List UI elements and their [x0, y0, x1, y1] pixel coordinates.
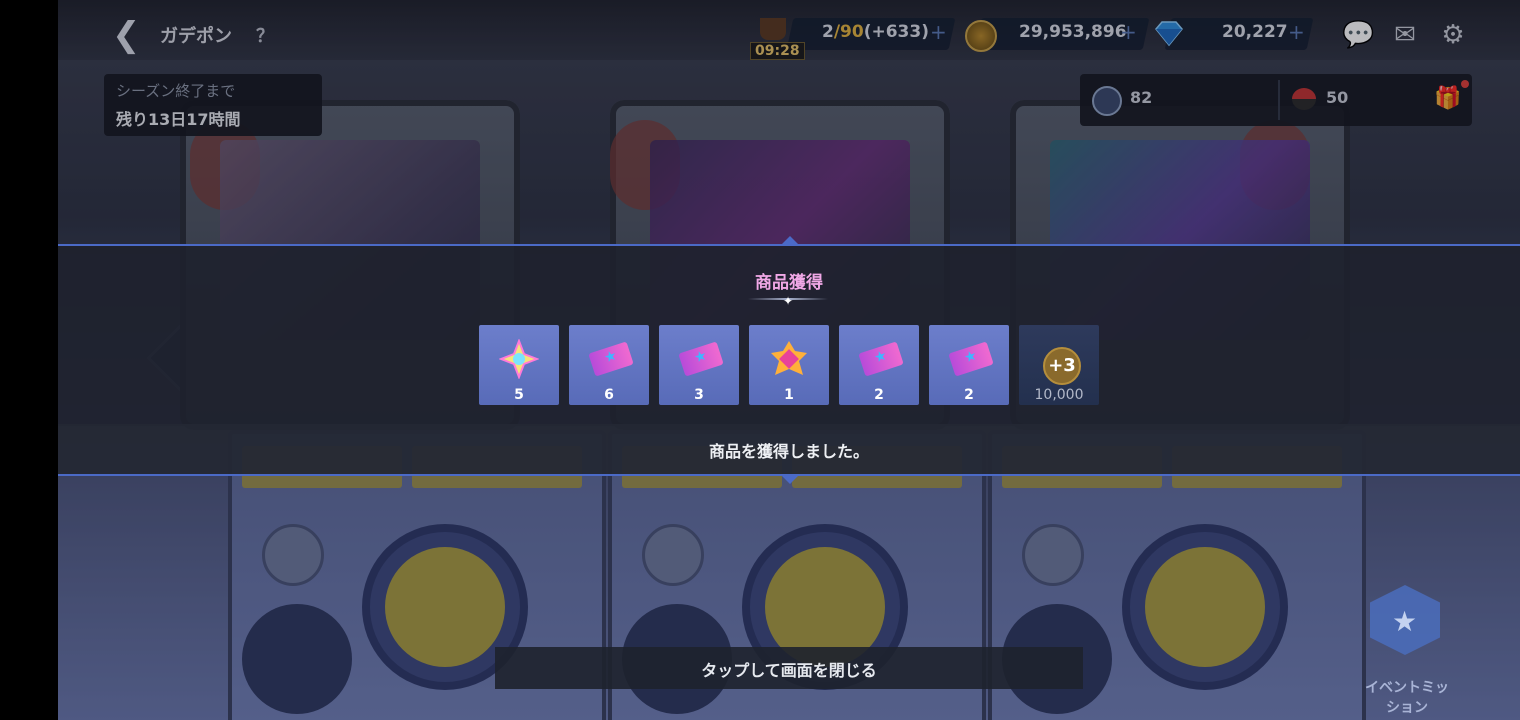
close-hint: タップして画面を閉じる	[701, 661, 877, 680]
sparkle-icon: ✦	[783, 294, 794, 308]
result-message-bar: 商品を獲得しました。	[58, 424, 1520, 484]
reward-item[interactable]: 1	[749, 325, 829, 405]
panel-notch-bottom	[780, 474, 800, 484]
result-message: 商品を獲得しました。	[708, 442, 869, 461]
reward-item[interactable]: 3	[659, 325, 739, 405]
reward-item[interactable]: 5	[479, 325, 559, 405]
event-mission-button[interactable]: ★	[1360, 585, 1450, 675]
event-mission-label: イベントミッ ション	[1365, 680, 1449, 716]
rainbow-gem-icon	[499, 339, 539, 379]
reward-item[interactable]: 2	[929, 325, 1009, 405]
star-icon: ★	[1392, 605, 1418, 638]
close-hint-bar[interactable]: タップして画面を閉じる	[495, 647, 1083, 689]
ticket-icon	[948, 341, 994, 377]
more-rewards-icon: +3	[1043, 347, 1081, 385]
ticket-icon	[588, 341, 634, 377]
ticket-icon	[858, 341, 904, 377]
reward-panel: 商品獲得 ✦ 5 6 3 1 2 2 +3 10,000	[58, 236, 1520, 426]
reward-title: 商品獲得	[755, 273, 823, 293]
reward-item[interactable]: 6	[569, 325, 649, 405]
more-rewards-button[interactable]: +3 10,000	[1019, 325, 1099, 405]
sun-crystal-icon	[771, 341, 807, 375]
reward-item[interactable]: 2	[839, 325, 919, 405]
ticket-icon	[678, 341, 724, 377]
panel-notch-top	[780, 236, 800, 246]
